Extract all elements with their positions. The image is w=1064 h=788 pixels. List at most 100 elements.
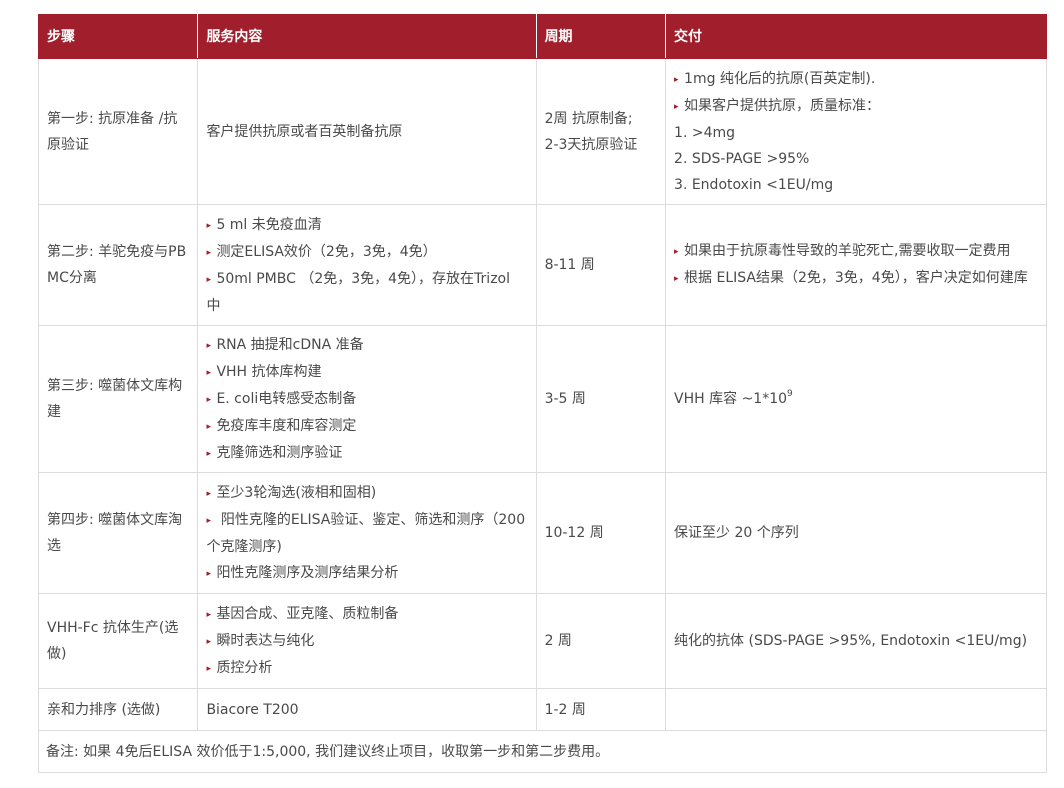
list-item: ▸ 免疫库丰度和库容测定	[206, 413, 527, 440]
list-item: ▸ VHH 抗体库构建	[206, 359, 527, 386]
library-capacity-text: VHH 库容 ~1*10	[674, 391, 788, 407]
list-item: ▸ 阳性克隆测序及测序结果分析	[206, 560, 527, 587]
cell-service: ▸ 基因合成、亚克隆、质粒制备 ▸ 瞬时表达与纯化 ▸ 质控分析	[197, 593, 537, 689]
list-item-text: 1mg 纯化后的抗原(百英定制).	[684, 70, 876, 87]
period-line: 10-12 周	[544, 525, 604, 541]
list-item-text: 50ml PMBC （2免，3免，4免），存放在Trizol 中	[206, 270, 510, 314]
triangle-right-icon: ▸	[206, 568, 211, 579]
table-header-row: 步骤 服务内容 周期 交付	[37, 14, 1047, 59]
list-item: Biacore T200	[206, 697, 527, 723]
list-item: ▸ 克隆筛选和测序验证	[206, 440, 527, 467]
cell-service: ▸ 5 ml 未免疫血清 ▸ 测定ELISA效价（2免，3免，4免） ▸ 50ml PMB…	[197, 204, 537, 326]
cell-delivery: ▸ 如果由于抗原毒性导致的羊驼死亡,需要收取一定费用 ▸ 根据 ELISA结果（2免，…	[665, 204, 1047, 326]
header-service: 服务内容	[197, 14, 537, 59]
list-item: 2. SDS-PAGE >95%	[674, 146, 1038, 172]
list-item-text: RNA 抽提和cDNA 准备	[216, 336, 364, 353]
period-line: 2-3天抗原验证	[544, 136, 638, 153]
list-item: ▸ 如果由于抗原毒性导致的羊驼死亡,需要收取一定费用	[674, 238, 1038, 265]
list-item-text: 如果客户提供抗原，质量标准：	[684, 97, 881, 114]
cell-delivery: 纯化的抗体 (SDS-PAGE >95%, Endotoxin <1EU/mg)	[665, 593, 1047, 689]
list-item-text: 质控分析	[216, 659, 273, 676]
triangle-right-icon: ▸	[206, 448, 211, 459]
period-line: 3-5 周	[544, 391, 586, 407]
list-item-text: 如果由于抗原毒性导致的羊驼死亡,需要收取一定费用	[684, 243, 1011, 259]
list-item-text: 2. SDS-PAGE >95%	[674, 150, 810, 167]
table-row: 第四步: 噬菌体文库淘选 ▸ 至少3轮淘选(液相和固相) ▸ 阳性克隆的ELISA验…	[37, 472, 1047, 594]
triangle-right-icon: ▸	[674, 247, 679, 257]
cell-service: 客户提供抗原或者百英制备抗原	[197, 58, 537, 205]
list-item-text: 1. >4mg	[674, 124, 736, 141]
list-item: 1. >4mg	[674, 120, 1038, 146]
list-item-text: 测定ELISA效价（2免，3免，4免）	[216, 243, 437, 260]
triangle-right-icon: ▸	[206, 340, 211, 351]
triangle-right-icon: ▸	[206, 488, 211, 499]
list-item: ▸ 瞬时表达与纯化	[206, 628, 527, 655]
list-item-text: 阳性克隆的ELISA验证、鉴定、筛选和测序（200个克隆测序)	[206, 511, 526, 555]
note-text: 备注: 如果 4免后ELISA 效价低于1:5,000, 我们建议终止项目，收取…	[38, 730, 1047, 773]
table-row: 第三步: 噬菌体文库构建 ▸ RNA 抽提和cDNA 准备 ▸ VHH 抗体库构建 ▸ E…	[37, 325, 1047, 473]
list-item: ▸ 基因合成、亚克隆、质粒制备	[206, 601, 527, 628]
list-item-text: 5 ml 未免疫血清	[216, 216, 322, 233]
note-row: 备注: 如果 4免后ELISA 效价低于1:5,000, 我们建议终止项目，收取…	[38, 730, 1047, 773]
list-item-text: VHH 抗体库构建	[216, 363, 322, 380]
list-item-text: 瞬时表达与纯化	[216, 632, 315, 649]
period-line: 8-11 周	[544, 257, 595, 273]
list-item: ▸ 5 ml 未免疫血清	[206, 212, 527, 239]
list-item: ▸ 如果客户提供抗原，质量标准：	[674, 93, 1038, 120]
list-item: ▸ 测定ELISA效价（2免，3免，4免）	[206, 239, 527, 266]
list-item-text: E. coli电转感受态制备	[216, 390, 357, 407]
period-line: 2 周	[544, 633, 572, 649]
cell-delivery	[665, 688, 1047, 731]
triangle-right-icon: ▸	[206, 367, 211, 378]
cell-step: 第一步: 抗原准备 /抗原验证	[37, 58, 199, 205]
triangle-right-icon: ▸	[206, 515, 211, 526]
list-item-text: 克隆筛选和测序验证	[216, 444, 343, 461]
cell-service: ▸ RNA 抽提和cDNA 准备 ▸ VHH 抗体库构建 ▸ E. coli电转感受态制备…	[197, 325, 537, 473]
list-item: ▸ 1mg 纯化后的抗原(百英定制).	[674, 66, 1038, 93]
triangle-right-icon: ▸	[206, 247, 211, 258]
cell-period: 3-5 周	[535, 325, 667, 473]
cell-period: 2 周	[535, 593, 667, 689]
triangle-right-icon: ▸	[674, 101, 679, 112]
list-item-text: 客户提供抗原或者百英制备抗原	[206, 123, 403, 140]
cell-step: 第二步: 羊驼免疫与PBMC分离	[37, 204, 199, 326]
library-capacity-exponent: 9	[787, 389, 793, 399]
header-step: 步骤	[37, 14, 199, 59]
cell-service: ▸ 至少3轮淘选(液相和固相) ▸ 阳性克隆的ELISA验证、鉴定、筛选和测序（20…	[197, 472, 537, 594]
cell-service: Biacore T200	[197, 688, 537, 731]
list-item: ▸ 根据 ELISA结果（2免，3免，4免），客户决定如何建库	[674, 265, 1038, 292]
cell-step: 亲和力排序 (选做)	[37, 688, 199, 731]
table-row: 亲和力排序 (选做) Biacore T200 1-2 周	[37, 688, 1047, 731]
triangle-right-icon: ▸	[674, 274, 679, 284]
header-period: 周期	[535, 14, 667, 59]
triangle-right-icon: ▸	[206, 609, 211, 620]
list-item-text: 根据 ELISA结果（2免，3免，4免），客户决定如何建库	[684, 270, 1028, 286]
cell-period: 10-12 周	[535, 472, 667, 594]
table-row: VHH-Fc 抗体生产(选做) ▸ 基因合成、亚克隆、质粒制备 ▸ 瞬时表达与纯化 ▸ 质…	[37, 593, 1047, 689]
cell-delivery: ▸ 1mg 纯化后的抗原(百英定制). ▸ 如果客户提供抗原，质量标准： 1. >4mg…	[665, 58, 1047, 205]
cell-period: 2周 抗原制备; 2-3天抗原验证	[535, 58, 667, 205]
period-line: 2周 抗原制备;	[544, 110, 633, 127]
cell-period: 8-11 周	[535, 204, 667, 326]
list-item: ▸ E. coli电转感受态制备	[206, 386, 527, 413]
triangle-right-icon: ▸	[206, 636, 211, 647]
list-item: ▸ RNA 抽提和cDNA 准备	[206, 332, 527, 359]
list-item: ▸ 50ml PMBC （2免，3免，4免），存放在Trizol 中	[206, 266, 527, 319]
service-table-container: 步骤 服务内容 周期 交付 第一步: 抗原准备 /抗原验证 客户提供抗原或者百英…	[37, 14, 1047, 773]
list-item: 3. Endotoxin <1EU/mg	[674, 172, 1038, 198]
list-item: 纯化的抗体 (SDS-PAGE >95%, Endotoxin <1EU/mg)	[674, 628, 1038, 654]
triangle-right-icon: ▸	[206, 663, 211, 674]
cell-step: 第三步: 噬菌体文库构建	[37, 325, 199, 473]
period-line: 1-2 周	[544, 701, 586, 718]
cell-step: VHH-Fc 抗体生产(选做)	[37, 593, 199, 689]
cell-delivery: VHH 库容 ~1*109	[665, 325, 1047, 473]
cell-delivery: 保证至少 20 个序列	[665, 472, 1047, 594]
triangle-right-icon: ▸	[674, 74, 679, 85]
triangle-right-icon: ▸	[206, 394, 211, 405]
cell-step: 第四步: 噬菌体文库淘选	[37, 472, 199, 594]
triangle-right-icon: ▸	[206, 274, 211, 285]
triangle-right-icon: ▸	[206, 220, 211, 231]
header-delivery: 交付	[665, 14, 1047, 59]
triangle-right-icon: ▸	[206, 421, 211, 432]
list-item: 客户提供抗原或者百英制备抗原	[206, 119, 527, 145]
